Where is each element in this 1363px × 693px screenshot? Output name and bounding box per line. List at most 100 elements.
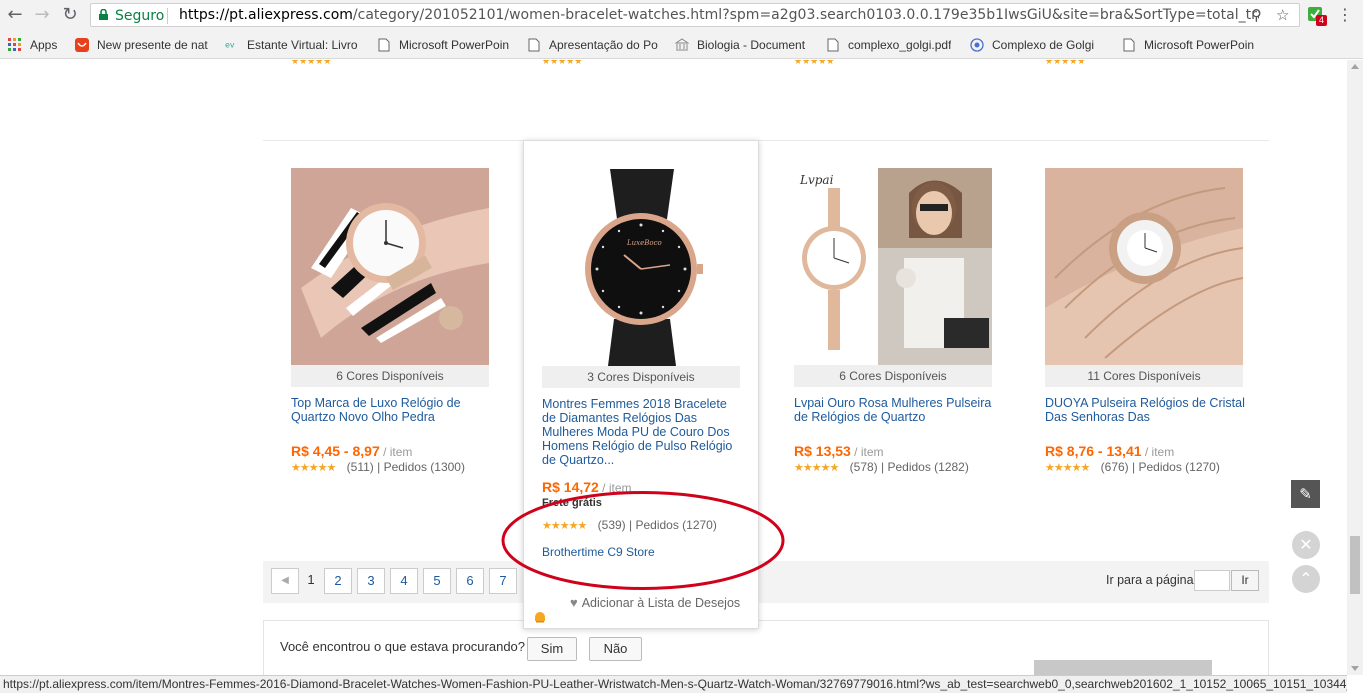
prev-row-stars: ★★★★★ — [794, 60, 835, 66]
page-link[interactable]: 4 — [390, 568, 418, 594]
secure-label: Seguro — [115, 8, 165, 24]
browser-toolbar: ← → ↻ Seguro https://pt.aliexpress.com/c… — [0, 0, 1363, 30]
bookmarks-bar: Apps New presente de nat ev Estante Virt… — [0, 30, 1363, 59]
review-count[interactable]: (539) — [598, 518, 626, 532]
omnibox-separator — [167, 8, 168, 24]
zoom-search-icon[interactable]: ⚲ — [1251, 6, 1262, 24]
page-icon — [827, 38, 839, 52]
order-count: Pedidos (1270) — [1138, 460, 1220, 474]
bookmark-label: Microsoft PowerPoin — [399, 38, 510, 52]
scroll-thumb[interactable] — [1350, 536, 1360, 594]
svg-text:ev: ev — [225, 41, 235, 50]
url-text[interactable]: https://pt.aliexpress.com/category/20105… — [179, 7, 1259, 23]
forward-arrow-icon[interactable]: → — [31, 4, 53, 26]
recently-viewed-tab[interactable] — [1034, 660, 1212, 675]
order-count: Pedidos (1300) — [383, 460, 465, 474]
rating-stars-icon: ★★★★★ — [794, 462, 839, 474]
bookmark-red-icon — [75, 38, 89, 52]
page-current: 1 — [307, 572, 315, 587]
colors-available: 11 Cores Disponíveis — [1045, 365, 1243, 387]
extension-badge: 4 — [1316, 15, 1328, 26]
heart-icon: ♥ — [570, 595, 578, 610]
bookmark-label: Microsoft PowerPoin — [1144, 38, 1255, 52]
watch-image-crystal-wrap — [1045, 168, 1243, 365]
menu-dots-icon[interactable]: ⋮ — [1337, 5, 1353, 24]
url-path: /category/201052101/women-bracelet-watch… — [352, 7, 1259, 23]
bookmark-powerpoint-1[interactable]: Microsoft PowerPoin — [377, 37, 512, 53]
product-card[interactable]: 6 Cores Disponíveis Top Marca de Luxo Re… — [291, 168, 491, 474]
product-title-link[interactable]: Montres Femmes 2018 Bracelete de Diamant… — [542, 397, 742, 467]
bookmark-apresentacao[interactable]: Apresentação do Po — [527, 37, 662, 53]
reload-icon[interactable]: ↻ — [59, 4, 81, 26]
page-link[interactable]: 6 — [456, 568, 484, 594]
add-to-wishlist[interactable]: ♥ Adicionar à Lista de Desejos — [570, 595, 740, 610]
product-card-hovered[interactable]: LuxeBoco 3 Cores Disponíveis Montres Fem… — [523, 140, 759, 629]
rating-stars-icon: ★★★★★ — [542, 520, 587, 532]
bookmark-biologia[interactable]: Biologia - Document — [675, 37, 815, 53]
product-title-link[interactable]: DUOYA Pulseira Relógios de Cristal Das S… — [1045, 396, 1245, 424]
bookmark-complexo-golgi[interactable]: Complexo de Golgi — [970, 37, 1110, 53]
product-title-link[interactable]: Top Marca de Luxo Relógio de Quartzo Nov… — [291, 396, 491, 424]
goto-page-input[interactable] — [1194, 570, 1230, 591]
prev-row-stars: ★★★★★ — [291, 60, 332, 66]
product-price: R$ 4,45 - 8,97 — [291, 443, 380, 459]
page-link[interactable]: 3 — [357, 568, 385, 594]
feedback-box: Você encontrou o que estava procurando? … — [263, 620, 1269, 675]
lock-icon — [99, 9, 108, 20]
watch-image-black-leather: LuxeBoco — [542, 169, 740, 366]
order-count: Pedidos (1282) — [887, 460, 969, 474]
product-card[interactable]: 11 Cores Disponíveis DUOYA Pulseira Reló… — [1045, 168, 1245, 474]
back-arrow-icon[interactable]: ← — [4, 4, 26, 26]
price-unit: / item — [383, 445, 413, 459]
bookmark-label: New presente de nat — [97, 38, 208, 52]
price-unit: / item — [1144, 445, 1175, 459]
product-image[interactable]: Lvpai — [794, 168, 992, 365]
row-divider — [263, 140, 1269, 141]
page-link[interactable]: 5 — [423, 568, 451, 594]
close-icon[interactable]: ✕ — [1292, 531, 1320, 559]
rating-stars-icon: ★★★★★ — [1045, 462, 1090, 474]
bank-icon — [675, 38, 689, 51]
bookmark-label: Apresentação do Po — [549, 38, 658, 52]
apps-grid-icon — [8, 38, 21, 51]
product-image[interactable] — [1045, 168, 1243, 365]
bookmark-apps[interactable]: Apps — [8, 37, 70, 53]
feedback-yes-button[interactable]: Sim — [527, 637, 577, 661]
product-title-link[interactable]: Lvpai Ouro Rosa Mulheres Pulseira de Rel… — [794, 396, 994, 424]
goto-page-button[interactable]: Ir — [1231, 570, 1259, 591]
globe-icon — [970, 38, 984, 52]
bookmark-star-icon[interactable]: ☆ — [1276, 6, 1289, 24]
prev-row-stars: ★★★★★ — [542, 60, 583, 66]
review-count[interactable]: (511) — [347, 460, 374, 474]
scroll-down-icon[interactable] — [1351, 666, 1359, 671]
page-link[interactable]: 2 — [324, 568, 352, 594]
feedback-no-button[interactable]: Não — [589, 637, 642, 661]
pencil-icon[interactable]: ✎ — [1291, 480, 1320, 508]
product-image[interactable] — [291, 168, 489, 365]
bookmark-powerpoint-2[interactable]: Microsoft PowerPoin — [1122, 37, 1257, 53]
bookmark-estante-virtual[interactable]: ev Estante Virtual: Livro — [225, 37, 365, 53]
bookmark-label: Apps — [30, 38, 58, 52]
review-count[interactable]: (578) — [850, 460, 878, 474]
product-card[interactable]: Lvpai 6 Cores Disponíveis Lvpai Ouro Ros… — [794, 168, 994, 474]
svg-text:LuxeBoco: LuxeBoco — [626, 239, 662, 247]
url-host: https://pt.aliexpress.com — [179, 7, 353, 23]
bookmark-complexo-golgi-pdf[interactable]: complexo_golgi.pdf — [826, 37, 961, 53]
watch-image-lvpai: Lvpai — [794, 168, 992, 365]
bookmark-label: Estante Virtual: Livro — [247, 38, 358, 52]
prev-page-button[interactable]: ◀ — [271, 568, 299, 594]
chat-bubble-icon[interactable] — [534, 611, 546, 623]
back-to-top-icon[interactable]: ⌃ — [1292, 565, 1320, 593]
vertical-scrollbar[interactable] — [1347, 60, 1363, 675]
store-link[interactable]: Brothertime C9 Store — [542, 545, 742, 559]
page-link[interactable]: 7 — [489, 568, 517, 594]
ev-icon: ev — [225, 41, 235, 50]
price-unit: / item — [854, 445, 884, 459]
colors-available: 3 Cores Disponíveis — [542, 366, 740, 388]
scroll-up-icon[interactable] — [1351, 64, 1359, 69]
address-bar[interactable]: Seguro https://pt.aliexpress.com/categor… — [90, 3, 1300, 27]
pagination-bar: ◀ 1 2 3 4 5 6 7 Ir para a página Ir — [263, 561, 1269, 603]
review-count[interactable]: (676) — [1101, 460, 1129, 474]
product-image[interactable]: LuxeBoco — [542, 169, 740, 366]
bookmark-new-presente[interactable]: New presente de nat — [75, 37, 215, 53]
